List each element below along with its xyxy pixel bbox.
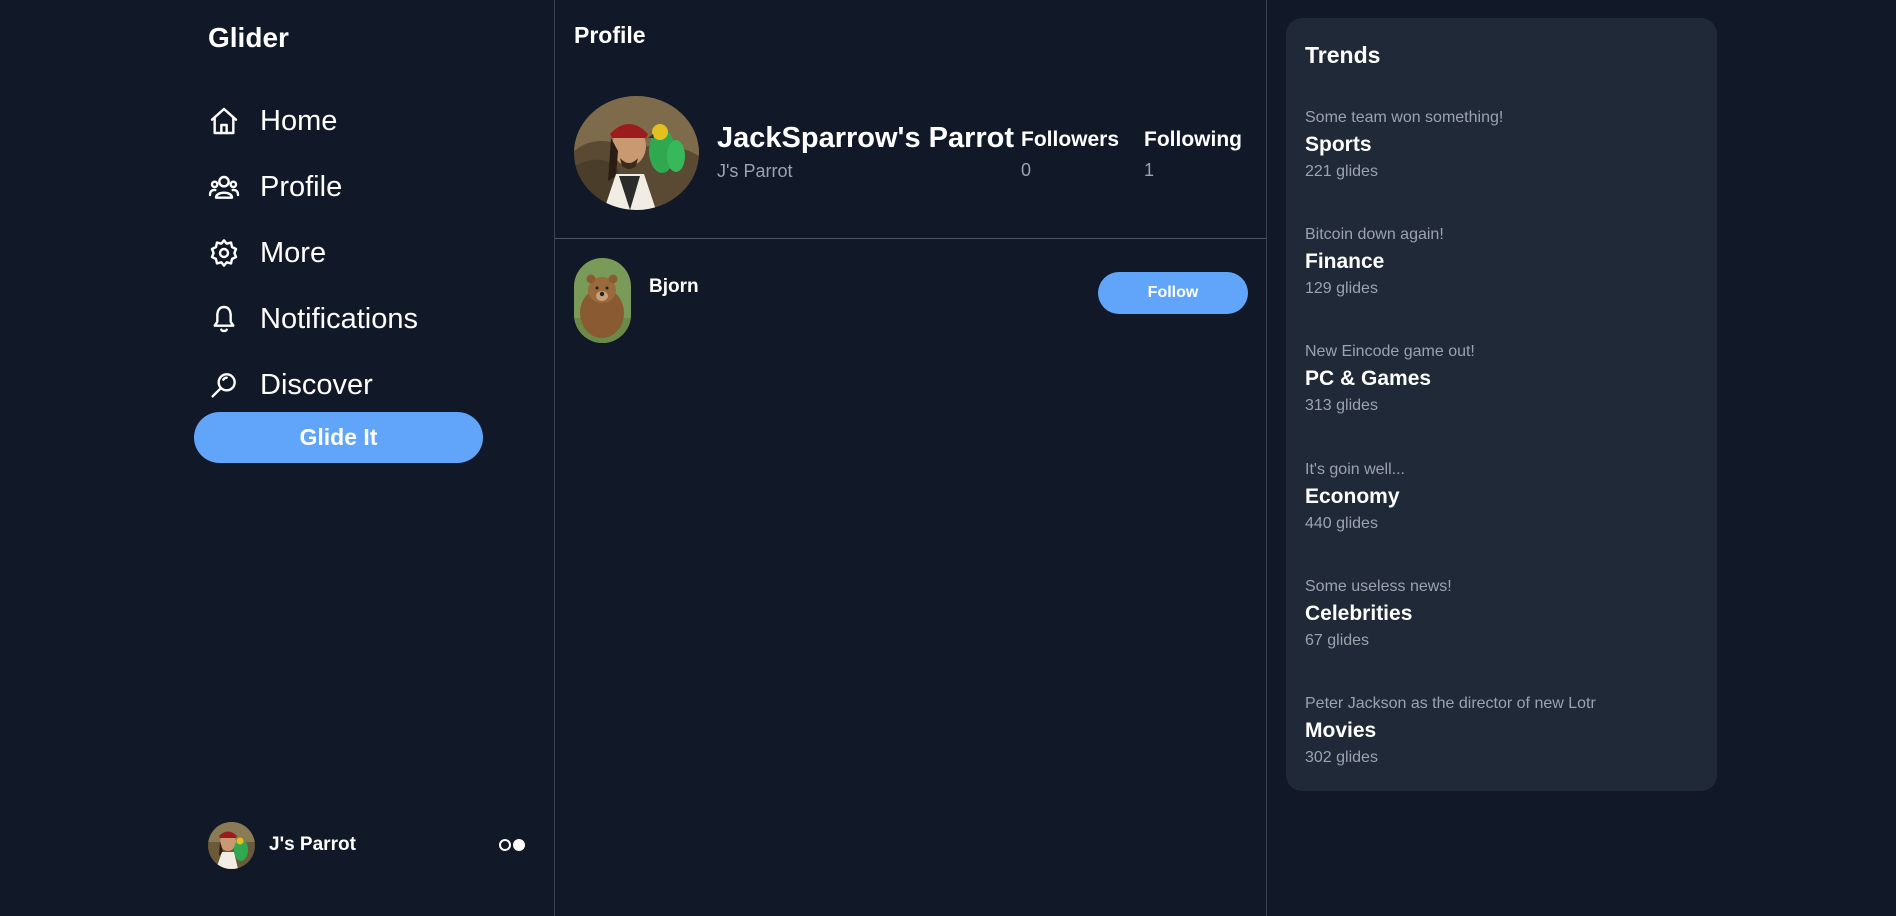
trend-category: PC & Games	[1305, 367, 1432, 390]
nav-item-notifications[interactable]: Notifications	[208, 286, 418, 352]
follow-button[interactable]: Follow	[1098, 272, 1248, 314]
trend-subtitle: New Eincode game out!	[1305, 343, 1475, 360]
trend-item[interactable]: Some team won something! Sports 221 glid…	[1305, 109, 1503, 181]
trend-count: 129 glides	[1305, 280, 1378, 297]
account-options-icon[interactable]	[499, 839, 525, 851]
glide-it-button[interactable]: Glide It	[194, 412, 483, 463]
followers-stat[interactable]: Followers 0	[1021, 128, 1119, 181]
nav-item-more[interactable]: More	[208, 220, 418, 286]
profile-name: JackSparrow's Parrot	[717, 122, 1015, 154]
user-name[interactable]: Bjorn	[649, 276, 699, 298]
users-icon	[208, 171, 240, 203]
following-label: Following	[1144, 128, 1242, 151]
trend-category: Celebrities	[1305, 602, 1413, 625]
trend-category: Movies	[1305, 719, 1377, 742]
following-stat[interactable]: Following 1	[1144, 128, 1242, 181]
nav-label: Home	[260, 104, 338, 137]
followers-count: 0	[1021, 160, 1032, 180]
profile-handle: J's Parrot	[717, 161, 793, 181]
sidebar: Glider Home Profile More Notifications D…	[0, 0, 555, 916]
current-user-name: J's Parrot	[269, 834, 356, 855]
trend-item[interactable]: Some useless news! Celebrities 67 glides	[1305, 578, 1452, 650]
nav-label: Profile	[260, 170, 343, 203]
search-icon	[208, 369, 240, 401]
bell-icon	[208, 303, 240, 335]
trend-subtitle: It's goin well...	[1305, 461, 1405, 478]
trend-subtitle: Bitcoin down again!	[1305, 226, 1444, 243]
trend-item[interactable]: It's goin well... Economy 440 glides	[1305, 461, 1405, 533]
trend-count: 440 glides	[1305, 515, 1378, 532]
trend-count: 221 glides	[1305, 163, 1378, 180]
trend-count: 67 glides	[1305, 632, 1370, 649]
trend-subtitle: Some team won something!	[1305, 109, 1504, 126]
page-title: Profile	[574, 22, 646, 48]
home-icon	[208, 105, 240, 137]
trend-category: Sports	[1305, 133, 1372, 156]
brand-logo[interactable]: Glider	[208, 22, 289, 54]
avatar[interactable]	[574, 258, 631, 343]
nav-label: More	[260, 236, 327, 269]
nav-label: Discover	[260, 368, 373, 401]
avatar	[208, 821, 255, 869]
main-nav: Home Profile More Notifications Discover	[208, 88, 418, 418]
profile-header: JackSparrow's Parrot J's Parrot Follower…	[555, 96, 1266, 239]
trend-item[interactable]: Peter Jackson as the director of new Lot…	[1305, 695, 1596, 767]
followers-label: Followers	[1021, 128, 1120, 151]
trend-subtitle: Peter Jackson as the director of new Lot…	[1305, 695, 1596, 712]
current-user[interactable]: J's Parrot	[208, 821, 525, 869]
profile-avatar[interactable]	[574, 96, 699, 210]
trend-item[interactable]: New Eincode game out! PC & Games 313 gli…	[1305, 343, 1475, 415]
trend-category: Finance	[1305, 250, 1385, 273]
following-count: 1	[1144, 160, 1155, 180]
trend-category: Economy	[1305, 485, 1400, 508]
trends-title: Trends	[1305, 42, 1381, 68]
trends-panel: Trends Some team won something! Sports 2…	[1286, 18, 1717, 791]
dot	[513, 839, 525, 851]
trend-count: 302 glides	[1305, 749, 1378, 766]
nav-item-profile[interactable]: Profile	[208, 154, 418, 220]
nav-item-home[interactable]: Home	[208, 88, 418, 154]
nav-label: Notifications	[260, 302, 418, 335]
trend-subtitle: Some useless news!	[1305, 578, 1452, 595]
trend-count: 313 glides	[1305, 397, 1378, 414]
nav-item-discover[interactable]: Discover	[208, 352, 418, 418]
main-content: Profile JackSparrow's Parrot J's Parrot	[555, 0, 1267, 916]
gear-icon	[208, 237, 240, 269]
trend-item[interactable]: Bitcoin down again! Finance 129 glides	[1305, 226, 1444, 298]
dot	[499, 839, 511, 851]
list-item: Bjorn Follow	[555, 258, 1266, 344]
